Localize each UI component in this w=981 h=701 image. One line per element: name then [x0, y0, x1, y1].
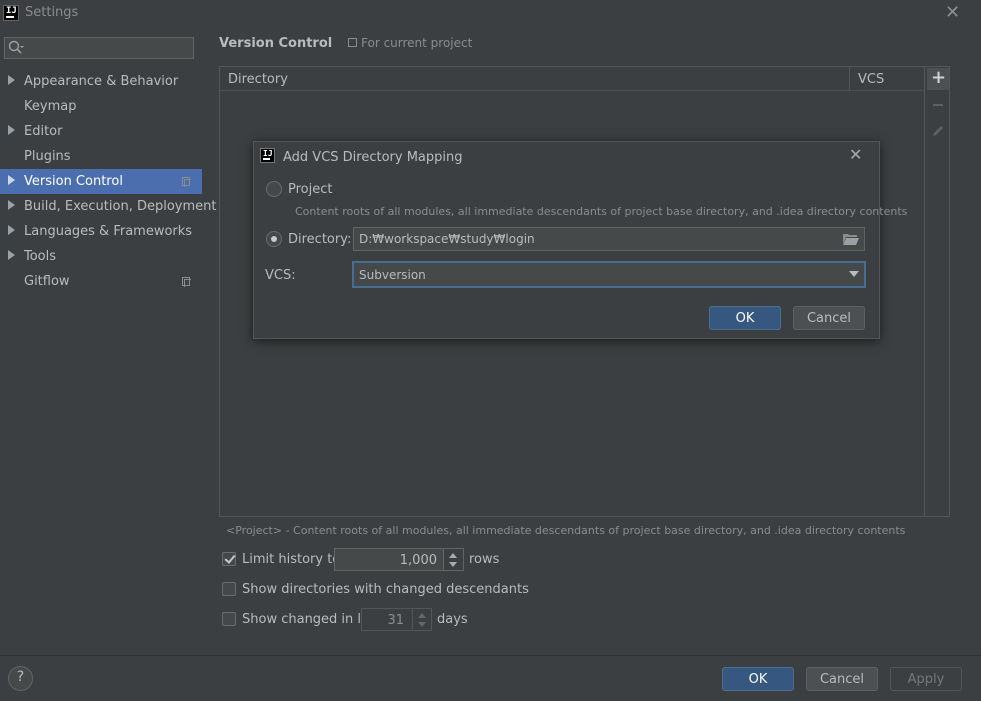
show-directories-checkbox[interactable]	[222, 582, 236, 596]
column-divider[interactable]	[849, 67, 850, 91]
sidebar-item-label: Editor	[24, 124, 63, 139]
directory-radio-label: Directory:	[288, 232, 352, 247]
limit-history-label: Limit history to:	[242, 552, 345, 567]
sidebar-item-languages-frameworks[interactable]: Languages & Frameworks	[0, 219, 202, 244]
chevron-down-icon[interactable]	[849, 271, 859, 277]
sidebar-item-label: Version Control	[24, 174, 123, 189]
minus-icon	[933, 104, 943, 106]
project-description: Content roots of all modules, all immedi…	[295, 205, 908, 218]
remove-mapping-button[interactable]	[927, 95, 949, 115]
pencil-icon[interactable]	[927, 120, 949, 142]
intellij-logo-icon: IJ	[260, 148, 275, 163]
page-title: Version Control	[219, 36, 333, 51]
window-title: Settings	[25, 5, 79, 20]
dialog-title: Add VCS Directory Mapping	[283, 150, 463, 165]
show-changed-spinner[interactable]	[413, 608, 432, 631]
rows-unit-label: rows	[469, 552, 500, 567]
title-bar	[0, 0, 981, 26]
sidebar-item-label: Gitflow	[24, 274, 70, 289]
expand-arrow-icon[interactable]	[8, 250, 15, 260]
column-header-vcs[interactable]: VCS	[858, 72, 884, 87]
sidebar-item-label: Plugins	[24, 149, 71, 164]
dialog-ok-button[interactable]: OK	[709, 306, 781, 330]
expand-arrow-icon[interactable]	[8, 75, 15, 85]
folder-open-icon[interactable]	[843, 233, 859, 245]
scope-note: For current project	[361, 36, 473, 50]
ok-button[interactable]: OK	[722, 667, 794, 691]
expand-arrow-icon[interactable]	[8, 125, 15, 135]
spinner-up-icon[interactable]	[449, 553, 457, 558]
project-scope-icon	[182, 277, 191, 287]
project-radio[interactable]	[266, 181, 282, 197]
settings-search-input[interactable]	[4, 37, 194, 59]
sidebar-item-build-execution-deployment[interactable]: Build, Execution, Deployment	[0, 194, 216, 219]
help-button[interactable]: ?	[8, 666, 33, 691]
directory-path-input[interactable]: D:₩workspace₩study₩login	[353, 227, 865, 251]
cancel-button[interactable]: Cancel	[806, 667, 878, 691]
close-window-icon[interactable]: ✕	[945, 2, 960, 23]
limit-history-spinner[interactable]	[444, 548, 464, 571]
vcs-select[interactable]: Subversion	[352, 261, 866, 288]
spinner-down-icon[interactable]	[449, 562, 457, 567]
sidebar-item-label: Appearance & Behavior	[24, 74, 179, 89]
directory-radio[interactable]	[266, 231, 282, 247]
project-hint-text: <Project> - Content roots of all modules…	[226, 524, 906, 537]
dialog-cancel-button[interactable]: Cancel	[793, 306, 865, 330]
project-scope-icon	[182, 177, 191, 187]
project-scope-icon	[348, 38, 357, 47]
project-radio-label: Project	[288, 182, 333, 197]
sidebar-item-label: Build, Execution, Deployment	[24, 199, 217, 214]
intellij-logo-icon: IJ	[3, 5, 19, 21]
sidebar-item-label: Languages & Frameworks	[24, 224, 193, 239]
plus-icon: +	[931, 67, 947, 88]
limit-history-input[interactable]: 1,000	[334, 548, 444, 571]
show-changed-days-input[interactable]: 31	[361, 608, 413, 631]
limit-history-checkbox[interactable]	[222, 552, 236, 566]
show-changed-checkbox[interactable]	[222, 612, 236, 626]
sidebar-item-editor[interactable]: Editor	[0, 119, 202, 144]
table-header	[220, 67, 924, 91]
sidebar-item-label: Keymap	[24, 99, 77, 114]
spinner-down-icon[interactable]	[418, 622, 426, 627]
expand-arrow-icon[interactable]	[8, 225, 15, 235]
sidebar-item-tools[interactable]: Tools	[0, 244, 202, 269]
sidebar-item-keymap[interactable]: Keymap	[0, 94, 202, 119]
sidebar-item-version-control[interactable]: Version Control	[0, 169, 202, 194]
sidebar-item-appearance-behavior[interactable]: Appearance & Behavior	[0, 69, 202, 94]
sidebar-item-label: Tools	[24, 249, 57, 264]
spinner-up-icon[interactable]	[418, 613, 426, 618]
column-header-directory[interactable]: Directory	[228, 72, 288, 87]
search-icon	[8, 40, 24, 54]
expand-arrow-icon[interactable]	[8, 175, 15, 185]
sidebar-item-plugins[interactable]: Plugins	[0, 144, 202, 169]
days-unit-label: days	[437, 612, 468, 627]
add-mapping-button[interactable]: +	[927, 67, 949, 90]
show-directories-label: Show directories with changed descendant…	[242, 582, 529, 597]
sidebar-item-gitflow[interactable]: Gitflow	[0, 269, 202, 294]
close-dialog-icon[interactable]: ✕	[849, 145, 862, 164]
vcs-label: VCS:	[265, 268, 296, 283]
expand-arrow-icon[interactable]	[8, 200, 15, 210]
apply-button[interactable]: Apply	[890, 667, 962, 691]
